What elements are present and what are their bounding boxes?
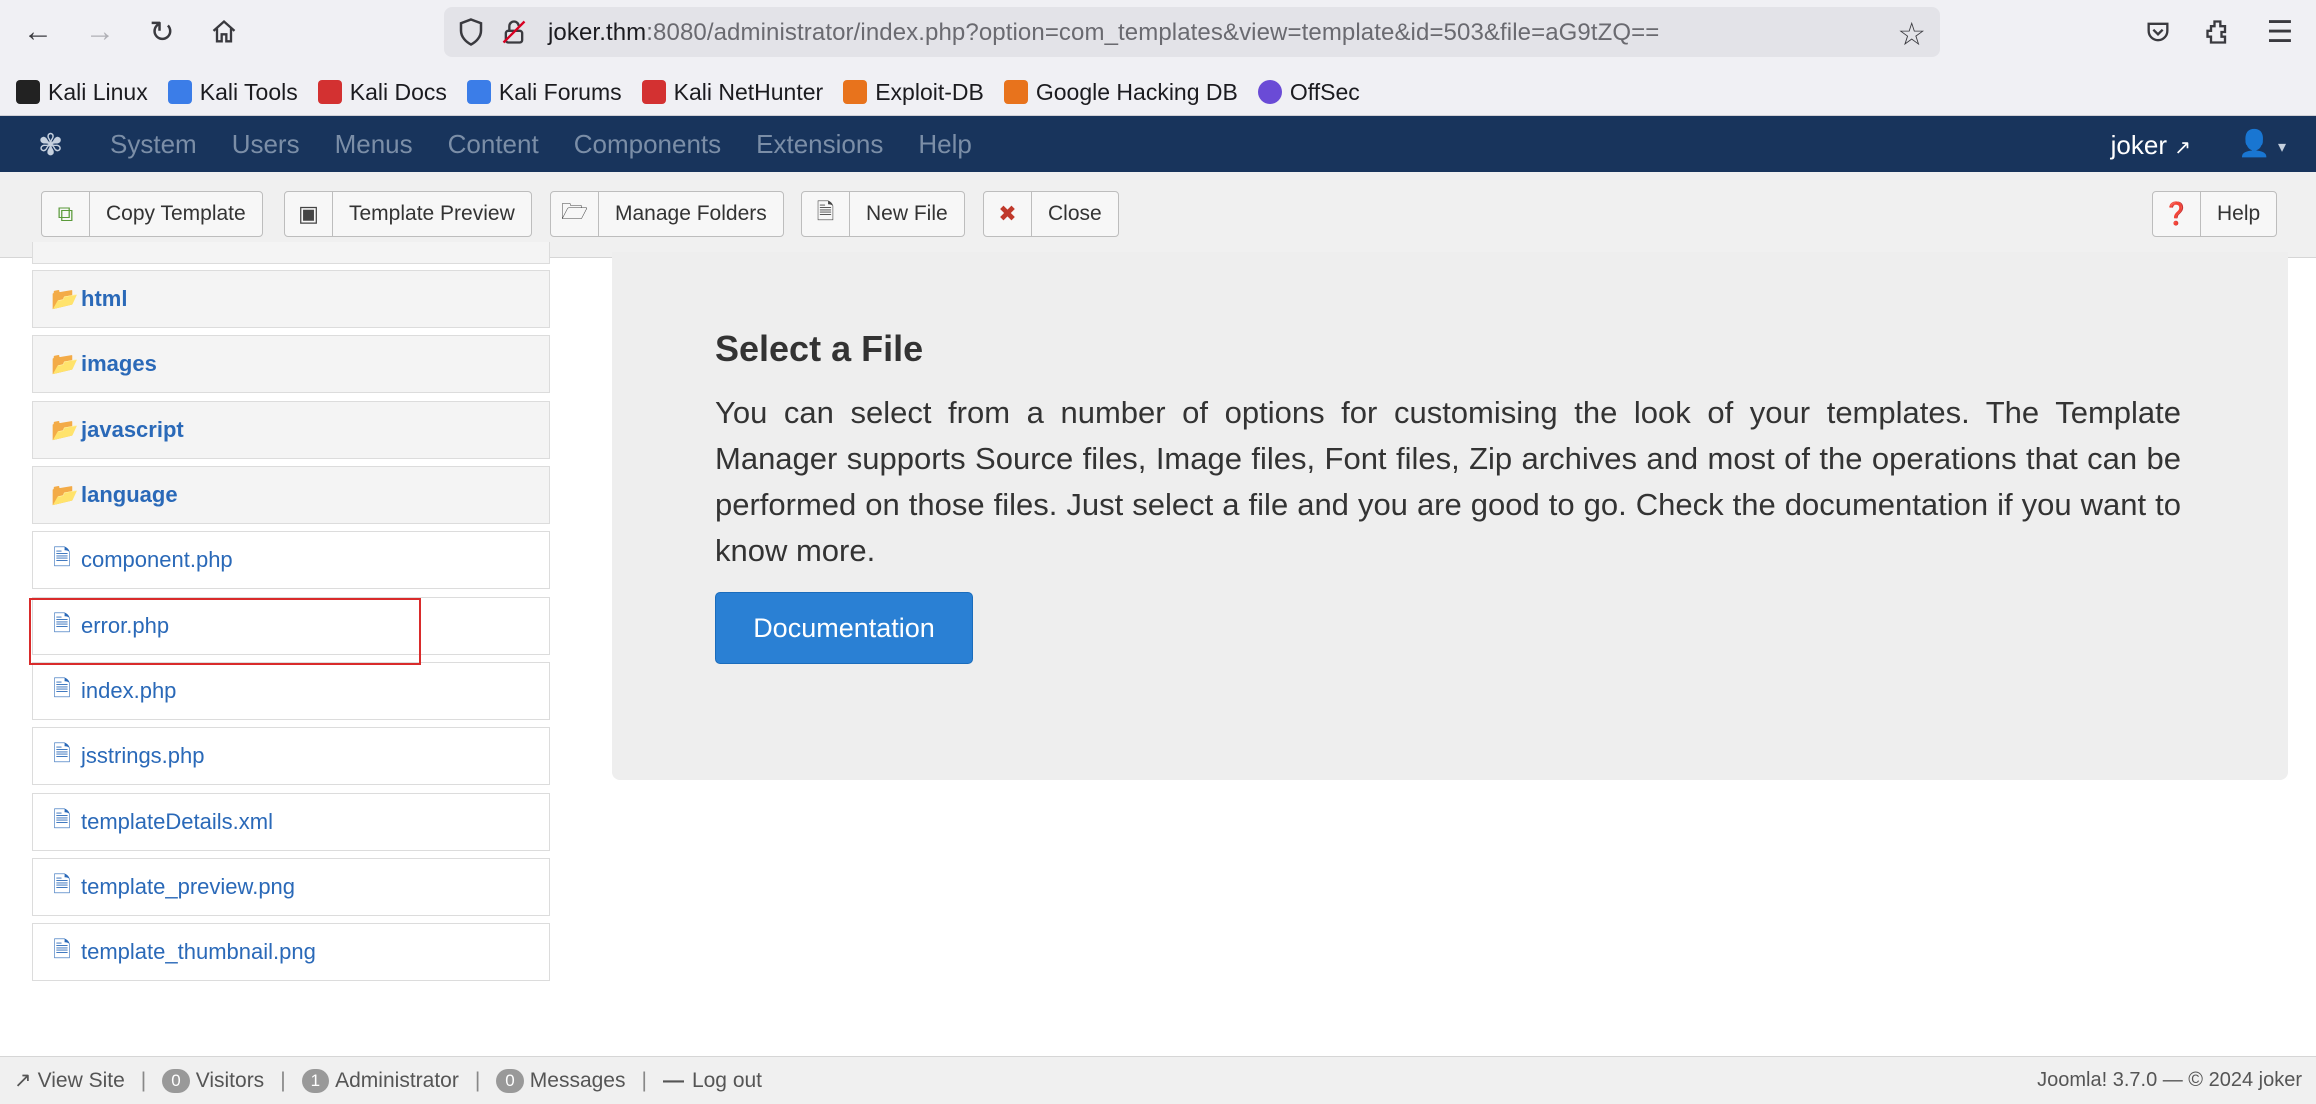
bookmark-kali-nethunter[interactable]: Kali NetHunter bbox=[641, 79, 823, 106]
highlight-annotation bbox=[29, 598, 421, 665]
file-item-template-thumbnail-png[interactable]: 🗎 template_thumbnail.png bbox=[32, 923, 550, 981]
file-item-templatedetails-xml[interactable]: 🗎 templateDetails.xml bbox=[32, 793, 550, 851]
folder-open-icon: 📂 bbox=[51, 482, 79, 507]
image-icon: ▣ bbox=[285, 192, 333, 236]
messages-status[interactable]: 0 Messages bbox=[496, 1068, 625, 1093]
url-text[interactable]: joker.thm:8080/administrator/index.php?o… bbox=[548, 19, 1659, 47]
kali-forums-icon bbox=[466, 80, 491, 104]
kali-docs-icon bbox=[317, 80, 342, 104]
external-link-icon: ↗ bbox=[14, 1069, 32, 1092]
folder-item-html[interactable]: 📂 html bbox=[32, 270, 550, 328]
home-button[interactable] bbox=[204, 12, 244, 52]
home-icon bbox=[212, 19, 236, 43]
visitors-status[interactable]: 0 Visitors bbox=[162, 1068, 264, 1093]
copy-template-button[interactable]: ⧉ Copy Template bbox=[41, 191, 263, 237]
url-bar[interactable]: joker.thm:8080/administrator/index.php?o… bbox=[444, 7, 1940, 57]
copy-icon: ⧉ bbox=[42, 192, 90, 236]
menu-users[interactable]: Users bbox=[232, 129, 300, 160]
bookmark-kali-docs[interactable]: Kali Docs bbox=[317, 79, 447, 106]
menu-extensions[interactable]: Extensions bbox=[756, 129, 883, 160]
view-site-link[interactable]: ↗ View Site bbox=[14, 1068, 125, 1093]
insecure-lock-icon[interactable] bbox=[500, 18, 528, 46]
joomla-logo-icon[interactable]: ✾ bbox=[38, 128, 63, 163]
tracking-shield-icon[interactable] bbox=[456, 17, 486, 47]
google-hacking-db-icon bbox=[1003, 80, 1028, 104]
file-item-template-preview-png[interactable]: 🗎 template_preview.png bbox=[32, 858, 550, 916]
divider: | bbox=[280, 1068, 286, 1092]
folder-item-partial bbox=[32, 242, 550, 264]
divider: | bbox=[641, 1068, 647, 1092]
close-button[interactable]: ✖ Close bbox=[983, 191, 1119, 237]
file-icon: 🗎 bbox=[53, 676, 71, 701]
panel-description: You can select from a number of options … bbox=[715, 395, 2181, 568]
minus-icon: — bbox=[662, 1068, 684, 1092]
bookmarks-toolbar: Kali Linux Kali Tools Kali Docs Kali For… bbox=[0, 70, 1380, 114]
bookmark-star-icon[interactable]: ☆ bbox=[1897, 15, 1926, 53]
forward-button[interactable]: → bbox=[80, 12, 120, 52]
folder-open-icon: 📂 bbox=[51, 286, 79, 311]
kali-dragon-icon bbox=[16, 80, 40, 104]
administrator-status[interactable]: 1 Administrator bbox=[301, 1068, 459, 1093]
panel-title: Select a File bbox=[715, 328, 924, 369]
bookmark-google-hacking-db[interactable]: Google Hacking DB bbox=[1003, 79, 1238, 106]
help-button[interactable]: ❓ Help bbox=[2152, 191, 2278, 237]
divider: | bbox=[474, 1068, 481, 1092]
bookmark-exploit-db[interactable]: Exploit-DB bbox=[843, 79, 984, 106]
file-icon: 🗎 bbox=[53, 937, 71, 962]
site-link[interactable]: joker ↗ bbox=[2111, 130, 2191, 161]
cancel-circle-icon: ✖ bbox=[984, 192, 1032, 236]
documentation-button[interactable]: Documentation bbox=[715, 592, 973, 664]
file-icon: 🗎 bbox=[802, 192, 850, 236]
folder-item-language[interactable]: 📂 language bbox=[32, 466, 550, 524]
file-icon: 🗎 bbox=[53, 545, 71, 570]
file-item-component-php[interactable]: 🗎 component.php bbox=[32, 531, 550, 589]
user-menu-icon[interactable]: 👤 ▾ bbox=[2238, 128, 2286, 159]
bookmark-kali-linux[interactable]: Kali Linux bbox=[16, 79, 148, 106]
question-circle-icon: ❓ bbox=[2153, 192, 2201, 236]
folder-open-icon: 📂 bbox=[51, 417, 79, 442]
file-item-jsstrings-php[interactable]: 🗎 jsstrings.php bbox=[32, 727, 550, 785]
folder-item-javascript[interactable]: 📂 javascript bbox=[32, 401, 550, 459]
file-item-index-php[interactable]: 🗎 index.php bbox=[32, 662, 550, 720]
pocket-icon[interactable] bbox=[2138, 12, 2178, 52]
exploit-db-icon bbox=[843, 80, 868, 104]
folder-item-images[interactable]: 📂 images bbox=[32, 335, 550, 393]
menu-content[interactable]: Content bbox=[448, 129, 539, 160]
bookmark-kali-tools[interactable]: Kali Tools bbox=[167, 79, 298, 106]
admin-menu: System Users Menus Content Components Ex… bbox=[110, 116, 1007, 172]
menu-system[interactable]: System bbox=[110, 129, 197, 160]
menu-menus[interactable]: Menus bbox=[335, 129, 413, 160]
menu-icon[interactable]: ☰ bbox=[2260, 12, 2300, 52]
offsec-icon bbox=[1257, 80, 1282, 104]
kali-tools-icon bbox=[167, 80, 192, 104]
extensions-icon[interactable] bbox=[2198, 12, 2238, 52]
joomla-admin-navbar: ✾ System Users Menus Content Components … bbox=[0, 116, 2316, 172]
folder-open-icon: 📂 bbox=[51, 351, 79, 376]
file-icon: 🗎 bbox=[53, 872, 71, 897]
menu-help[interactable]: Help bbox=[918, 129, 971, 160]
external-link-icon: ↗ bbox=[2174, 137, 2191, 159]
browser-chrome: ← → ↻ joker.thm:8080/administrator/index… bbox=[0, 0, 2316, 116]
new-file-button[interactable]: 🗎 New File bbox=[801, 191, 965, 237]
menu-components[interactable]: Components bbox=[574, 129, 721, 160]
template-preview-button[interactable]: ▣ Template Preview bbox=[284, 191, 532, 237]
bookmark-offsec[interactable]: OffSec bbox=[1257, 79, 1360, 106]
back-button[interactable]: ← bbox=[18, 12, 58, 52]
bookmark-kali-forums[interactable]: Kali Forums bbox=[466, 79, 622, 106]
logout-link[interactable]: — Log out bbox=[663, 1069, 762, 1093]
select-file-panel: Select a File You can select from a numb… bbox=[612, 252, 2288, 780]
file-icon: 🗎 bbox=[53, 807, 71, 832]
folder-open-icon: 🗁 bbox=[551, 192, 599, 236]
version-copyright: Joomla! 3.7.0 — © 2024 joker bbox=[2037, 1069, 2302, 1091]
kali-nethunter-icon bbox=[641, 80, 666, 104]
manage-folders-button[interactable]: 🗁 Manage Folders bbox=[550, 191, 784, 237]
status-footer: ↗ View Site | 0 Visitors | 1 Administrator … bbox=[0, 1056, 2316, 1104]
divider: | bbox=[140, 1068, 147, 1092]
reload-button[interactable]: ↻ bbox=[142, 12, 182, 52]
file-icon: 🗎 bbox=[53, 741, 71, 766]
